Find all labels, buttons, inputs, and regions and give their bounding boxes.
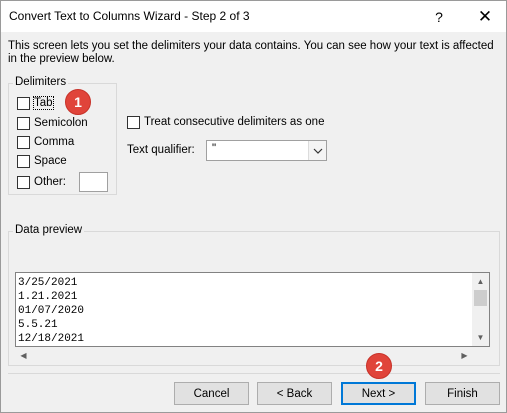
preview-line: 3/25/2021 — [18, 277, 78, 289]
preview-line: 12/18/2021 — [18, 333, 85, 345]
tab-label[interactable]: Tab — [33, 96, 54, 110]
preview-line: 5.5.21 — [18, 319, 58, 331]
comma-label[interactable]: Comma — [34, 136, 74, 148]
triangle-right-icon[interactable]: ▶ — [456, 347, 473, 364]
text-qualifier-select[interactable]: " — [206, 140, 327, 161]
other-label[interactable]: Other: — [34, 176, 66, 188]
consecutive-checkbox[interactable] — [127, 115, 140, 129]
data-preview-label: Data preview — [13, 224, 85, 236]
chevron-down-icon[interactable] — [308, 141, 326, 160]
comma-checkbox[interactable] — [17, 135, 30, 149]
other-checkbox-row[interactable]: Other: — [17, 174, 66, 190]
window-title: Convert Text to Columns Wizard - Step 2 … — [9, 9, 250, 23]
title-bar: Convert Text to Columns Wizard - Step 2 … — [1, 1, 506, 32]
preview-line: 1.21.2021 — [18, 291, 78, 303]
text-qualifier-label: Text qualifier: — [127, 144, 195, 156]
back-button[interactable]: < Back — [257, 382, 332, 405]
text-qualifier-value: " — [212, 143, 217, 155]
other-checkbox[interactable] — [17, 175, 30, 189]
other-delimiter-input[interactable] — [79, 172, 108, 192]
data-preview-pane[interactable]: 3/25/2021 1.21.2021 01/07/2020 5.5.21 12… — [15, 272, 490, 347]
scroll-thumb[interactable] — [474, 290, 487, 306]
delimiters-group-label: Delimiters — [13, 76, 69, 88]
preview-line: 01/07/2020 — [18, 305, 85, 317]
space-checkbox[interactable] — [17, 154, 30, 168]
close-button[interactable]: ✕ — [465, 1, 505, 32]
finish-button[interactable]: Finish — [425, 382, 500, 405]
semicolon-checkbox-row[interactable]: Semicolon — [17, 115, 88, 131]
space-label[interactable]: Space — [34, 155, 67, 167]
tab-checkbox-row[interactable]: Tab — [17, 95, 54, 111]
triangle-left-icon[interactable]: ◀ — [15, 347, 32, 364]
vertical-scrollbar[interactable]: ▲ ▼ — [472, 273, 489, 346]
space-checkbox-row[interactable]: Space — [17, 153, 67, 169]
cancel-button[interactable]: Cancel — [174, 382, 249, 405]
callout-badge-1: 1 — [65, 89, 91, 115]
consecutive-checkbox-row[interactable]: Treat consecutive delimiters as one — [127, 114, 324, 130]
help-button[interactable]: ? — [419, 1, 459, 32]
wizard-dialog: Convert Text to Columns Wizard - Step 2 … — [0, 0, 507, 413]
comma-checkbox-row[interactable]: Comma — [17, 134, 74, 150]
triangle-up-icon[interactable]: ▲ — [472, 273, 489, 290]
footer-divider — [8, 373, 500, 374]
semicolon-checkbox[interactable] — [17, 116, 30, 130]
horizontal-scrollbar[interactable]: ◀ ▶ — [15, 347, 473, 364]
callout-badge-2: 2 — [366, 353, 392, 379]
tab-checkbox[interactable] — [17, 96, 30, 110]
next-button[interactable]: Next > — [341, 382, 416, 405]
triangle-down-icon[interactable]: ▼ — [472, 329, 489, 346]
preview-lines: 3/25/2021 1.21.2021 01/07/2020 5.5.21 12… — [18, 276, 84, 346]
description-text: This screen lets you set the delimiters … — [8, 40, 494, 65]
semicolon-label[interactable]: Semicolon — [34, 117, 88, 129]
consecutive-label[interactable]: Treat consecutive delimiters as one — [144, 116, 324, 128]
